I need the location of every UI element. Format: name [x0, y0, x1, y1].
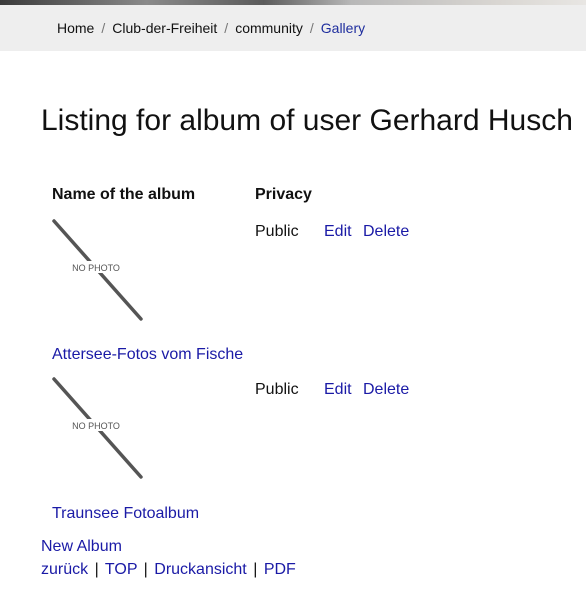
- footer-separator: |: [253, 561, 258, 578]
- breadcrumb-current: Gallery: [320, 20, 366, 36]
- breadcrumb-separator: /: [309, 20, 314, 36]
- edit-album-link[interactable]: Edit: [324, 381, 352, 399]
- album-privacy: Public: [255, 381, 299, 398]
- breadcrumb: Home / Club-der-Freiheit / community / Gallery: [57, 20, 365, 36]
- no-photo-text: NO PHOTO: [72, 263, 120, 273]
- breadcrumb-bar: Home / Club-der-Freiheit / community / Gallery: [0, 5, 586, 51]
- top-link[interactable]: TOP: [105, 561, 137, 578]
- print-view-link[interactable]: Druckansicht: [154, 561, 246, 578]
- column-header-privacy: Privacy: [255, 186, 312, 203]
- album-privacy: Public: [255, 223, 299, 240]
- page-title: Listing for album of user Gerhard Husch: [41, 104, 573, 137]
- no-photo-text: NO PHOTO: [72, 421, 120, 431]
- breadcrumb-home[interactable]: Home: [57, 20, 94, 36]
- breadcrumb-community[interactable]: community: [235, 20, 303, 36]
- breadcrumb-club[interactable]: Club-der-Freiheit: [112, 20, 217, 36]
- album-title-link[interactable]: Traunsee Fotoalbum: [52, 505, 199, 523]
- footer-separator: |: [94, 561, 99, 578]
- footer-links: zurück | TOP | Druckansicht | PDF: [41, 561, 296, 579]
- no-photo-icon: NO PHOTO: [52, 377, 143, 479]
- column-header-name: Name of the album: [52, 186, 196, 203]
- new-album-link[interactable]: New Album: [41, 538, 122, 556]
- breadcrumb-separator: /: [224, 20, 229, 36]
- album-thumbnail[interactable]: NO PHOTO: [52, 377, 144, 479]
- footer-separator: |: [143, 561, 148, 578]
- breadcrumb-separator: /: [101, 20, 106, 36]
- album-thumbnail[interactable]: NO PHOTO: [52, 219, 144, 321]
- album-title-link[interactable]: Attersee-Fotos vom Fische: [52, 346, 243, 364]
- edit-album-link[interactable]: Edit: [324, 223, 352, 241]
- pdf-link[interactable]: PDF: [264, 561, 296, 578]
- delete-album-link[interactable]: Delete: [363, 223, 409, 241]
- no-photo-icon: NO PHOTO: [52, 219, 143, 321]
- delete-album-link[interactable]: Delete: [363, 381, 409, 399]
- back-link[interactable]: zurück: [41, 561, 88, 578]
